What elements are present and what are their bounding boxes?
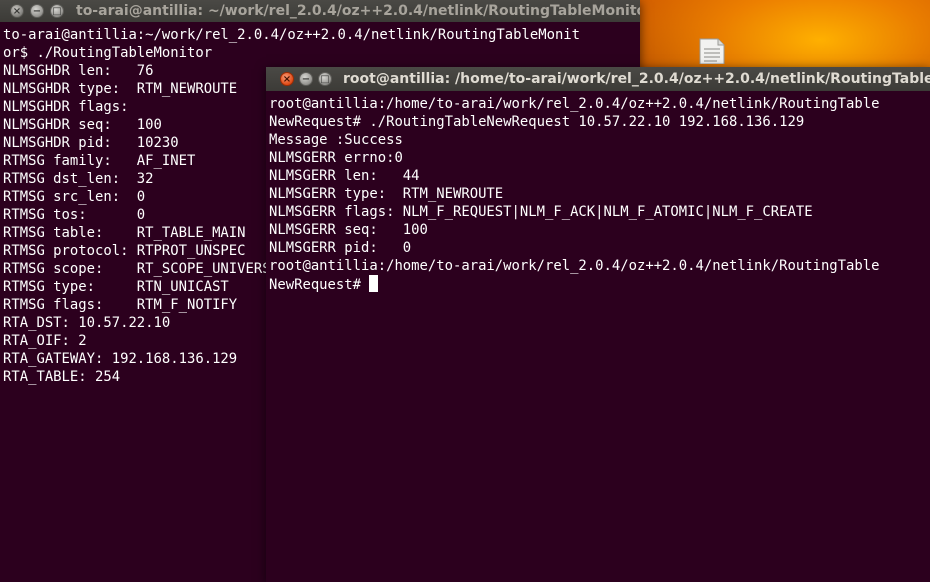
minimize-button[interactable]: −	[30, 4, 44, 18]
terminal-window-routing-table-new-request[interactable]: × − □ root@antillia: /home/to-arai/work/…	[266, 67, 930, 582]
terminal-line: NLMSGERR len: 44	[269, 168, 420, 184]
window-title: root@antillia: /home/to-arai/work/rel_2.…	[343, 71, 930, 87]
terminal-line: NLMSGERR type: RTM_NEWROUTE	[269, 186, 504, 202]
close-button[interactable]: ×	[280, 72, 294, 86]
terminal-line: root@antillia:/home/to-arai/work/rel_2.0…	[269, 96, 880, 112]
terminal-line: or$ ./RoutingTableMonitor	[3, 45, 213, 61]
terminal-output[interactable]: root@antillia:/home/to-arai/work/rel_2.0…	[266, 95, 930, 582]
terminal-line: to-arai@antillia:~/work/rel_2.0.4/oz++2.…	[3, 27, 581, 43]
window-titlebar[interactable]: × − □ to-arai@antillia: ~/work/rel_2.0.4…	[0, 0, 640, 22]
minimize-button[interactable]: −	[299, 72, 313, 86]
close-button[interactable]: ×	[10, 4, 24, 18]
terminal-line: root@antillia:/home/to-arai/work/rel_2.0…	[269, 258, 880, 274]
terminal-line: NLMSGERR flags: NLM_F_REQUEST|NLM_F_ACK|…	[269, 204, 813, 220]
text-file-icon[interactable]	[697, 38, 727, 64]
terminal-line: NewRequest# ./RoutingTableNewRequest 10.…	[269, 114, 805, 130]
terminal-line: NLMSGERR seq: 100	[269, 222, 428, 238]
terminal-cursor	[369, 275, 379, 292]
terminal-line: NLMSGERR pid: 0	[269, 240, 412, 256]
window-titlebar[interactable]: × − □ root@antillia: /home/to-arai/work/…	[266, 67, 930, 91]
window-title: to-arai@antillia: ~/work/rel_2.0.4/oz++2…	[76, 3, 640, 19]
terminal-line: Message :Success	[269, 132, 403, 148]
terminal-line: NLMSGERR errno:0	[269, 150, 403, 166]
terminal-prompt: NewRequest#	[269, 277, 370, 293]
maximize-button[interactable]: □	[318, 72, 332, 86]
terminal-prompt-line: NewRequest#	[269, 275, 927, 293]
maximize-button[interactable]: □	[50, 4, 64, 18]
